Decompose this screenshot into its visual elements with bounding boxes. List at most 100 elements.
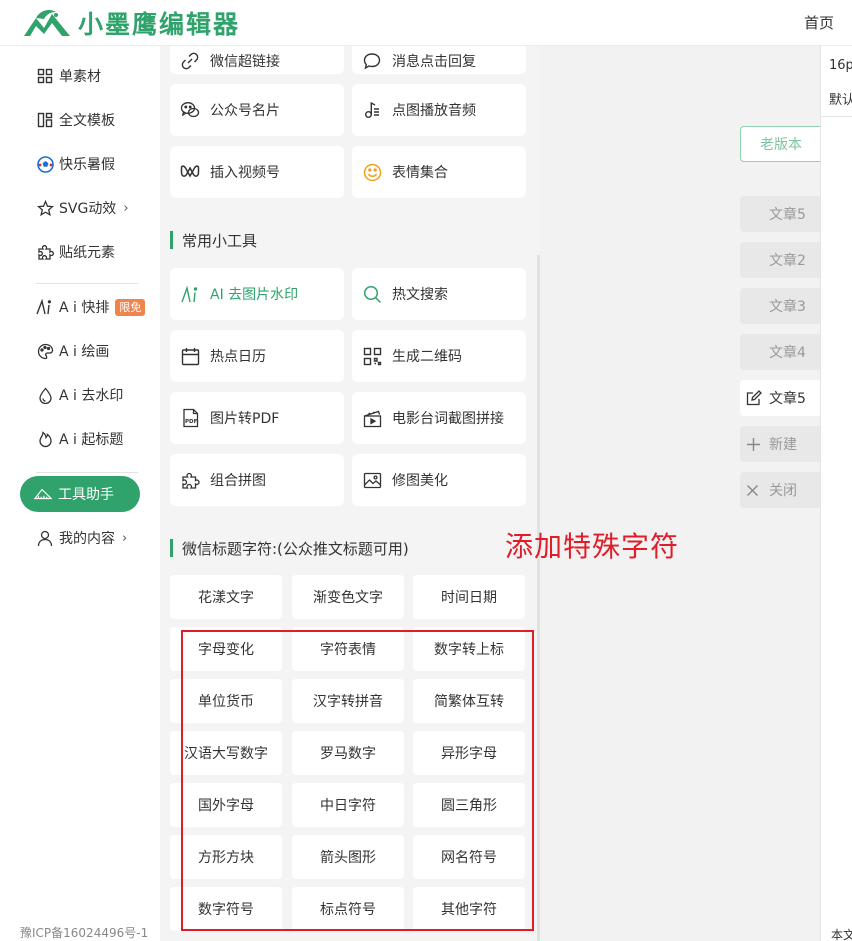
tool-card-label: 点图播放音频 (392, 103, 476, 119)
section-bar (170, 539, 173, 557)
article-tab-active[interactable]: 文章5 (740, 380, 820, 416)
char-option[interactable]: 数字转上标 (413, 627, 525, 671)
tool-card-hot-search[interactable]: 热文搜索 (352, 268, 526, 320)
default-style-select[interactable]: 默认 (829, 89, 852, 108)
tool-card-calendar[interactable]: 热点日历 (170, 330, 344, 382)
char-option[interactable]: 数字符号 (170, 887, 282, 931)
section-title-tools: 常用小工具 (170, 230, 257, 250)
palette-icon (36, 342, 54, 360)
sidebar-item-my-content[interactable]: 我的内容 › (36, 526, 127, 550)
article-tab[interactable]: 文章5 (740, 196, 820, 232)
sidebar-item-full-template[interactable]: 全文模板 (36, 108, 115, 132)
annotation-text: 添加特殊字符 (505, 530, 680, 563)
tool-card-audio[interactable]: 点图播放音频 (352, 84, 526, 136)
char-option[interactable]: 字符表情 (292, 627, 404, 671)
user-icon (36, 529, 54, 547)
tool-card-account-card[interactable]: 公众号名片 (170, 84, 344, 136)
section-title-text: 微信标题字符:(公众推文标题可用) (182, 539, 409, 558)
article-tab[interactable]: 文章2 (740, 242, 820, 278)
sidebar-item-summer[interactable]: 快乐暑假 (36, 152, 115, 176)
sidebar-item-label: SVG动效 (59, 201, 117, 217)
tool-card-emoji[interactable]: 表情集合 (352, 146, 526, 198)
close-article-label: 关闭 (769, 483, 797, 499)
char-option[interactable]: 罗马数字 (292, 731, 404, 775)
sidebar-item-label: A i 绘画 (59, 344, 110, 360)
char-option[interactable]: 其他字符 (413, 887, 525, 931)
tool-card-label: 插入视频号 (210, 165, 280, 181)
sidebar-item-label: A i 起标题 (59, 432, 124, 448)
char-option[interactable]: 异形字母 (413, 731, 525, 775)
tool-card-collage[interactable]: 组合拼图 (170, 454, 344, 506)
new-article-label: 新建 (769, 437, 797, 453)
char-option[interactable]: 方形方块 (170, 835, 282, 879)
font-size-select[interactable]: 16px (829, 58, 852, 73)
sidebar-item-label: 单素材 (59, 69, 101, 85)
search-icon (362, 284, 382, 304)
sidebar-item-single-material[interactable]: 单素材 (36, 64, 101, 88)
tool-card-label: 微信超链接 (210, 54, 280, 70)
puzzle-icon (36, 243, 54, 261)
article-tab[interactable]: 文章4 (740, 334, 820, 370)
logo[interactable]: 小墨鹰编辑器 (22, 4, 240, 42)
tool-card-ai-watermark[interactable]: AI 去图片水印 (170, 268, 344, 320)
chat-icon (362, 51, 382, 71)
char-option[interactable]: 箭头图形 (292, 835, 404, 879)
clapper-icon (362, 408, 382, 428)
sidebar-item-ai-paint[interactable]: A i 绘画 (36, 339, 109, 363)
char-option[interactable]: 标点符号 (292, 887, 404, 931)
tool-card-image-to-pdf[interactable]: PDF 图片转PDF (170, 392, 344, 444)
puzzle-icon (180, 470, 200, 490)
char-option[interactable]: 简繁体互转 (413, 679, 525, 723)
new-article-button[interactable]: 新建 (740, 426, 820, 462)
icp-record[interactable]: 豫ICP备16024496号-1 (20, 924, 148, 941)
qrcode-icon (362, 346, 382, 366)
sidebar-item-ai-title[interactable]: A i 起标题 (36, 427, 123, 451)
tool-card-qrcode[interactable]: 生成二维码 (352, 330, 526, 382)
char-option[interactable]: 汉字转拼音 (292, 679, 404, 723)
calendar-icon (180, 346, 200, 366)
char-option[interactable]: 国外字母 (170, 783, 282, 827)
tool-card-label: AI 去图片水印 (210, 287, 299, 303)
char-option[interactable]: 字母变化 (170, 627, 282, 671)
scrollbar[interactable] (537, 255, 540, 941)
char-option[interactable]: 网名符号 (413, 835, 525, 879)
chevron-right-icon: › (122, 530, 128, 546)
pdf-icon: PDF (180, 408, 200, 428)
tool-card-label: 图片转PDF (210, 411, 280, 427)
tool-card-label: 修图美化 (392, 473, 448, 489)
sidebar-divider (36, 472, 138, 473)
tool-card-label: 生成二维码 (392, 349, 462, 365)
tool-card-video-channel[interactable]: 插入视频号 (170, 146, 344, 198)
flame-icon (36, 430, 54, 448)
close-article-button[interactable]: 关闭 (740, 472, 820, 508)
edit-icon (746, 389, 764, 407)
sidebar-item-ai-layout[interactable]: A i 快排 限免 (36, 295, 146, 319)
music-icon (362, 100, 382, 120)
plus-icon (746, 435, 764, 453)
char-option[interactable]: 花漾文字 (170, 575, 282, 619)
old-version-button[interactable]: 老版本 (740, 126, 830, 162)
tool-card-label: 公众号名片 (210, 103, 280, 119)
sidebar-item-ai-watermark[interactable]: A i 去水印 (36, 383, 123, 407)
char-option[interactable]: 圆三角形 (413, 783, 525, 827)
image-icon (362, 470, 382, 490)
article-tab[interactable]: 文章3 (740, 288, 820, 324)
home-link[interactable]: 首页 (804, 12, 834, 33)
smile-icon (362, 162, 382, 182)
tool-card-movie-lines[interactable]: 电影台词截图拼接 (352, 392, 526, 444)
grid-icon (36, 67, 54, 85)
drop-icon (36, 386, 54, 404)
video-channel-icon (180, 162, 200, 182)
sidebar-item-tool-assistant[interactable]: 工具助手 (20, 476, 140, 512)
sidebar-item-stickers[interactable]: 贴纸元素 (36, 240, 115, 264)
char-option[interactable]: 单位货币 (170, 679, 282, 723)
svg-text:PDF: PDF (185, 419, 198, 425)
char-option[interactable]: 时间日期 (413, 575, 525, 619)
tool-card-label: 热文搜索 (392, 287, 448, 303)
char-option[interactable]: 渐变色文字 (292, 575, 404, 619)
sidebar-item-label: A i 去水印 (59, 388, 124, 404)
sidebar-item-svg-effects[interactable]: SVG动效 › (36, 196, 129, 220)
tool-card-photo-edit[interactable]: 修图美化 (352, 454, 526, 506)
char-option[interactable]: 中日字符 (292, 783, 404, 827)
char-option[interactable]: 汉语大写数字 (170, 731, 282, 775)
